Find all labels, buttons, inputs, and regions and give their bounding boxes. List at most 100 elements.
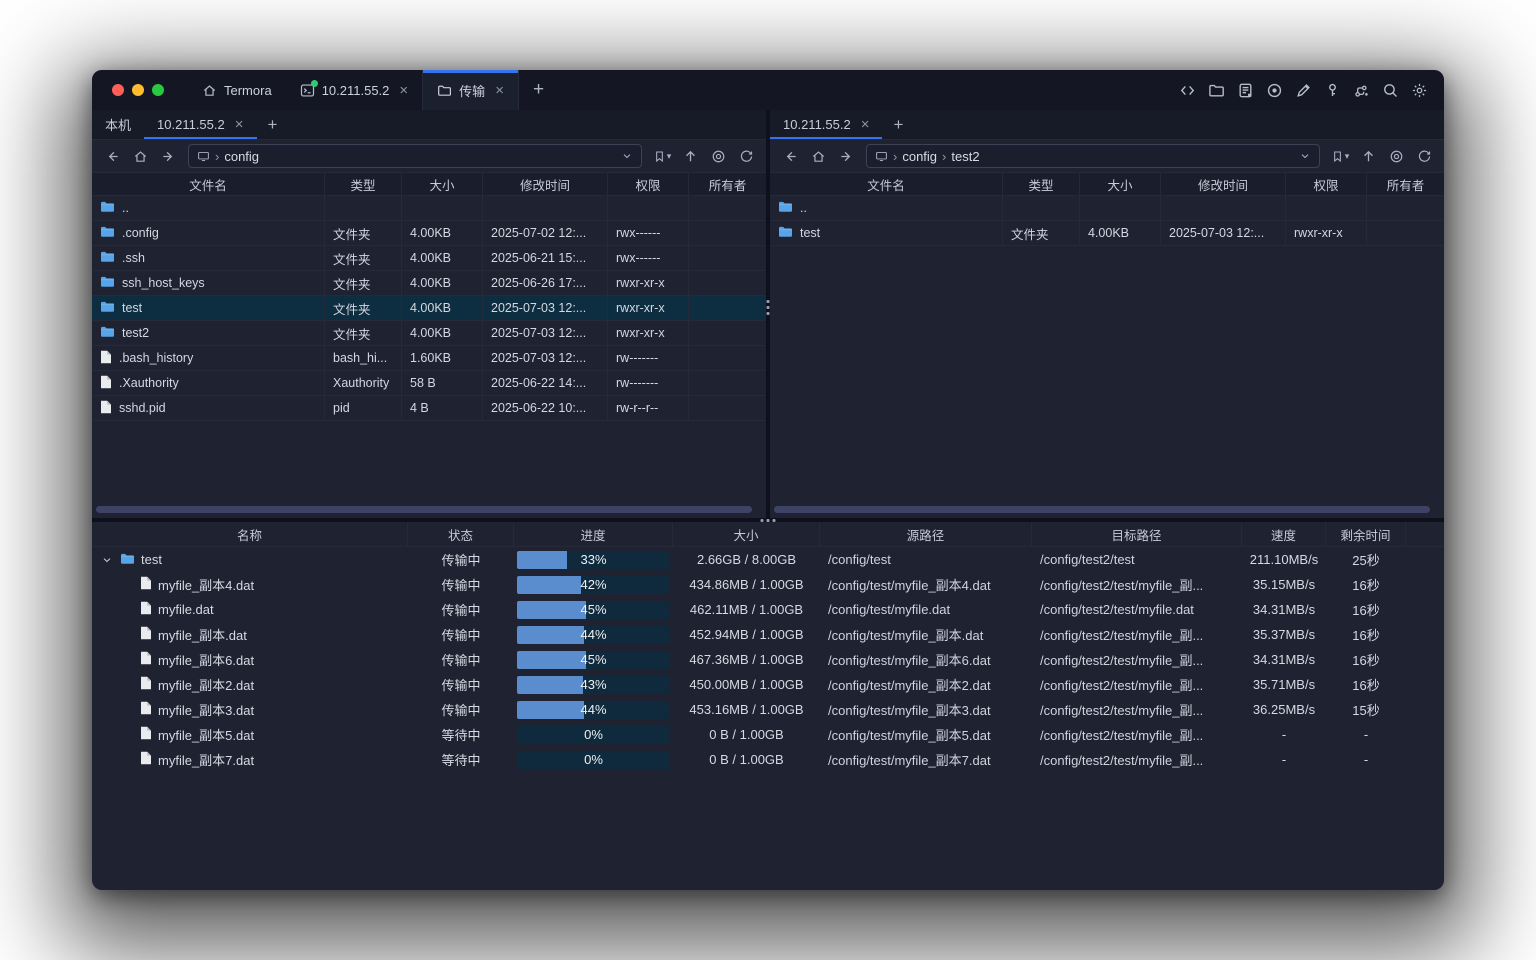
- transfer-row[interactable]: myfile_副本3.dat传输中44%453.16MB / 1.00GB/co…: [92, 697, 1444, 722]
- zoom-window-button[interactable]: [152, 84, 164, 96]
- column-header-size[interactable]: 大小: [1080, 173, 1161, 195]
- column-header-perm[interactable]: 权限: [1286, 173, 1367, 195]
- path-segment[interactable]: config: [224, 149, 259, 164]
- path-segment[interactable]: test2: [951, 149, 979, 164]
- tab-remote-session[interactable]: 10.211.55.2 ×: [770, 110, 882, 139]
- close-tab-icon[interactable]: ×: [861, 117, 870, 132]
- upload-button[interactable]: [1356, 144, 1380, 168]
- file-row[interactable]: .XauthorityXauthority58 B2025-06-22 14:.…: [92, 371, 766, 396]
- close-window-button[interactable]: [112, 84, 124, 96]
- folder-icon[interactable]: [1203, 77, 1229, 103]
- file-row[interactable]: ..: [92, 196, 766, 221]
- file-row[interactable]: ..: [770, 196, 1444, 221]
- transfer-row[interactable]: myfile.dat传输中45%462.11MB / 1.00GB/config…: [92, 597, 1444, 622]
- file-name-cell: .bash_history: [92, 346, 325, 370]
- file-row[interactable]: ssh_host_keys文件夹4.00KB2025-06-26 17:...r…: [92, 271, 766, 296]
- close-tab-icon[interactable]: ×: [495, 83, 504, 98]
- progress-percent-label: 42%: [517, 576, 670, 594]
- log-icon[interactable]: [1232, 77, 1258, 103]
- file-row[interactable]: .ssh文件夹4.00KB2025-06-21 15:...rwx------: [92, 246, 766, 271]
- transfer-row[interactable]: myfile_副本4.dat传输中42%434.86MB / 1.00GB/co…: [92, 572, 1444, 597]
- horizontal-scrollbar[interactable]: [774, 506, 1430, 513]
- chevron-down-icon[interactable]: [621, 150, 633, 162]
- transfer-row[interactable]: myfile_副本2.dat传输中43%450.00MB / 1.00GB/co…: [92, 672, 1444, 697]
- transfer-row[interactable]: test传输中33%2.66GB / 8.00GB/config/test/co…: [92, 547, 1444, 572]
- transfer-row[interactable]: myfile_副本5.dat等待中0%0 B / 1.00GB/config/t…: [92, 722, 1444, 747]
- forward-button[interactable]: [156, 144, 180, 168]
- refresh-button[interactable]: [1412, 144, 1436, 168]
- column-header-target[interactable]: 目标路径: [1032, 522, 1242, 546]
- file-row[interactable]: sshd.pidpid4 B2025-06-22 10:...rw-r--r--: [92, 396, 766, 421]
- transfer-size-cell: 452.94MB / 1.00GB: [673, 622, 820, 647]
- path-input[interactable]: › config › test2: [866, 144, 1320, 168]
- tab-session[interactable]: 10.211.55.2 ×: [286, 70, 422, 110]
- new-panel-tab-button[interactable]: +: [882, 110, 914, 139]
- column-header-filename[interactable]: 文件名: [92, 173, 325, 195]
- transfer-row[interactable]: myfile_副本6.dat传输中45%467.36MB / 1.00GB/co…: [92, 647, 1444, 672]
- key-icon[interactable]: [1319, 77, 1345, 103]
- file-mtime-cell: 2025-07-03 12:...: [483, 346, 608, 370]
- path-input[interactable]: › config: [188, 144, 642, 168]
- expand-chevron-icon[interactable]: [100, 554, 114, 566]
- back-button[interactable]: [778, 144, 802, 168]
- new-panel-tab-button[interactable]: +: [257, 110, 289, 139]
- column-header-size[interactable]: 大小: [402, 173, 483, 195]
- home-button[interactable]: [806, 144, 830, 168]
- back-button[interactable]: [100, 144, 124, 168]
- refresh-button[interactable]: [734, 144, 758, 168]
- column-header-filename[interactable]: 文件名: [770, 173, 1003, 195]
- chevron-down-icon[interactable]: [1299, 150, 1311, 162]
- file-row[interactable]: test文件夹4.00KB2025-07-03 12:...rwxr-xr-x: [770, 221, 1444, 246]
- column-header-owner[interactable]: 所有者: [689, 173, 766, 195]
- column-header-perm[interactable]: 权限: [608, 173, 689, 195]
- bookmark-button[interactable]: ▾: [1328, 144, 1352, 168]
- column-header-speed[interactable]: 速度: [1242, 522, 1326, 546]
- minimize-window-button[interactable]: [132, 84, 144, 96]
- code-icon[interactable]: [1174, 77, 1200, 103]
- file-panels: 本机 10.211.55.2 × + › config ▾: [92, 110, 1444, 518]
- column-header-mtime[interactable]: 修改时间: [1161, 173, 1286, 195]
- edit-icon[interactable]: [1290, 77, 1316, 103]
- path-segment[interactable]: config: [902, 149, 937, 164]
- tab-remote-session[interactable]: 10.211.55.2 ×: [144, 110, 256, 139]
- column-header-type[interactable]: 类型: [325, 173, 402, 195]
- home-button[interactable]: [128, 144, 152, 168]
- bookmark-button[interactable]: ▾: [650, 144, 674, 168]
- column-header-status[interactable]: 状态: [408, 522, 514, 546]
- progress-bar: 0%: [517, 726, 670, 744]
- transfer-row[interactable]: myfile_副本7.dat等待中0%0 B / 1.00GB/config/t…: [92, 747, 1444, 772]
- settings-icon[interactable]: [1406, 77, 1432, 103]
- column-header-name[interactable]: 名称: [92, 522, 408, 546]
- column-header-owner[interactable]: 所有者: [1367, 173, 1444, 195]
- tab-transfer[interactable]: 传输 ×: [422, 70, 519, 110]
- column-header-mtime[interactable]: 修改时间: [483, 173, 608, 195]
- tab-local[interactable]: 本机: [92, 110, 144, 139]
- record-icon[interactable]: [1261, 77, 1287, 103]
- tab-termora-home[interactable]: Termora: [188, 70, 286, 110]
- progress-bar: 42%: [517, 576, 670, 594]
- transfer-status-cell: 等待中: [408, 722, 514, 747]
- column-header-source[interactable]: 源路径: [820, 522, 1032, 546]
- progress-bar: 44%: [517, 701, 670, 719]
- file-row[interactable]: test文件夹4.00KB2025-07-03 12:...rwxr-xr-x: [92, 296, 766, 321]
- transfer-row[interactable]: myfile_副本.dat传输中44%452.94MB / 1.00GB/con…: [92, 622, 1444, 647]
- horizontal-scrollbar[interactable]: [96, 506, 752, 513]
- close-tab-icon[interactable]: ×: [399, 83, 408, 98]
- transfer-splitter-handle[interactable]: [761, 518, 776, 522]
- file-row[interactable]: .config文件夹4.00KB2025-07-02 12:...rwx----…: [92, 221, 766, 246]
- forward-button[interactable]: [834, 144, 858, 168]
- macro-icon[interactable]: [1348, 77, 1374, 103]
- search-icon[interactable]: [1377, 77, 1403, 103]
- column-header-size[interactable]: 大小: [673, 522, 820, 546]
- new-tab-button[interactable]: +: [519, 70, 558, 110]
- column-header-progress[interactable]: 进度: [514, 522, 673, 546]
- column-header-type[interactable]: 类型: [1003, 173, 1080, 195]
- close-tab-icon[interactable]: ×: [235, 117, 244, 132]
- show-hidden-files-button[interactable]: [706, 144, 730, 168]
- file-row[interactable]: .bash_historybash_hi...1.60KB2025-07-03 …: [92, 346, 766, 371]
- column-header-remaining[interactable]: 剩余时间: [1326, 522, 1406, 546]
- upload-button[interactable]: [678, 144, 702, 168]
- file-row[interactable]: test2文件夹4.00KB2025-07-03 12:...rwxr-xr-x: [92, 321, 766, 346]
- file-perm-cell: rw-r--r--: [608, 396, 689, 420]
- show-hidden-files-button[interactable]: [1384, 144, 1408, 168]
